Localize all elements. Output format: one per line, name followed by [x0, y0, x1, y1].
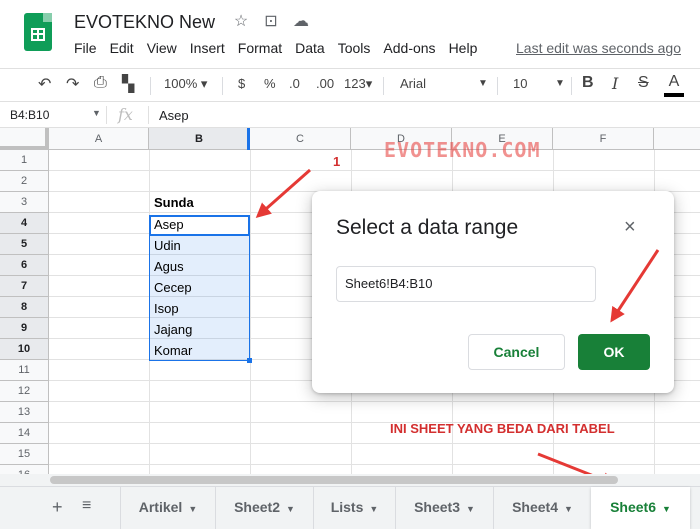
- percent-button[interactable]: %: [264, 76, 276, 91]
- formula-input[interactable]: Asep: [159, 108, 189, 123]
- tab-sheet4[interactable]: Sheet4 ▼: [493, 487, 591, 529]
- cell-b3[interactable]: Sunda: [150, 193, 194, 213]
- increase-decimal-button[interactable]: .00: [316, 76, 334, 91]
- tab-caret-icon: ▼: [286, 504, 295, 514]
- tab-caret-icon: ▼: [369, 504, 379, 514]
- decrease-decimal-button[interactable]: .0: [289, 76, 300, 91]
- tab-lists[interactable]: Lists ▼: [313, 487, 395, 529]
- redo-icon[interactable]: ↷: [66, 74, 79, 94]
- tab-caret-icon: ▼: [466, 504, 475, 514]
- star-icon[interactable]: ☆: [232, 11, 250, 31]
- select-data-range-dialog: Select a data range × Sheet6!B4:B10 Canc…: [312, 191, 674, 393]
- menu-data[interactable]: Data: [295, 40, 325, 56]
- column-header-f[interactable]: F: [553, 128, 654, 150]
- row-header-4[interactable]: 4: [0, 213, 49, 234]
- menu-help[interactable]: Help: [449, 40, 478, 56]
- fx-icon: fx: [118, 105, 133, 124]
- annotation-note: INI SHEET YANG BEDA DARI TABEL: [390, 421, 615, 436]
- menu-insert[interactable]: Insert: [190, 40, 225, 56]
- all-sheets-button[interactable]: ≡: [82, 497, 91, 515]
- title-actions: ☆ ⊡ ☁: [232, 11, 310, 31]
- watermark-text: EVOTEKNO.COM: [384, 138, 541, 162]
- ok-button[interactable]: OK: [578, 334, 650, 370]
- cancel-button[interactable]: Cancel: [468, 334, 565, 370]
- row-header-15[interactable]: 15: [0, 444, 49, 465]
- row-header-7[interactable]: 7: [0, 276, 49, 297]
- column-header-c[interactable]: C: [250, 128, 351, 150]
- menu-tools[interactable]: Tools: [338, 40, 371, 56]
- undo-icon[interactable]: ↶: [38, 74, 51, 94]
- sheets-logo-icon[interactable]: [24, 13, 52, 51]
- sheets-app: EVOTEKNO New ☆ ⊡ ☁ File Edit View Insert…: [0, 0, 700, 529]
- font-family-select[interactable]: Arial: [400, 76, 426, 91]
- font-family-chevron-icon[interactable]: ▼: [478, 78, 488, 89]
- column-header-g[interactable]: [654, 128, 700, 150]
- tab-artikel[interactable]: Artikel ▼: [120, 487, 215, 529]
- menu-view[interactable]: View: [147, 40, 177, 56]
- sheet-tab-bar: + ≡ Artikel ▼ Sheet2 ▼ Lists ▼ Sheet3 ▼ Shee…: [0, 486, 700, 529]
- select-all-corner[interactable]: [0, 128, 49, 150]
- cell-b7[interactable]: Cecep: [150, 278, 192, 298]
- font-size-select[interactable]: 10: [513, 76, 527, 91]
- tab-caret-icon: ▼: [188, 504, 198, 514]
- row-header-6[interactable]: 6: [0, 255, 49, 276]
- toolbar: ↶ ↷ ⎙ ▚ 100% ▾ $ % .0 .00 123▾ Arial ▼ 1…: [0, 68, 700, 102]
- row-header-13[interactable]: 13: [0, 402, 49, 423]
- document-title[interactable]: EVOTEKNO New: [74, 12, 215, 33]
- menu-file[interactable]: File: [74, 40, 97, 56]
- name-box[interactable]: B4:B10: [10, 108, 49, 122]
- print-icon[interactable]: ⎙: [94, 74, 107, 92]
- last-edit-link[interactable]: Last edit was seconds ago: [516, 40, 681, 56]
- row-header-10[interactable]: 10: [0, 339, 49, 360]
- range-fill-handle[interactable]: [247, 358, 252, 363]
- cell-b8[interactable]: Isop: [150, 299, 179, 319]
- horizontal-scrollbar-thumb[interactable]: [50, 476, 618, 484]
- cell-b10[interactable]: Komar: [150, 341, 192, 361]
- font-size-chevron-icon[interactable]: ▼: [555, 78, 565, 89]
- row-header-11[interactable]: 11: [0, 360, 49, 381]
- cell-b6[interactable]: Agus: [150, 257, 184, 277]
- row-header-5[interactable]: 5: [0, 234, 49, 255]
- row-header-8[interactable]: 8: [0, 297, 49, 318]
- tab-sheet6[interactable]: Sheet6 ▼: [591, 487, 690, 529]
- dialog-title: Select a data range: [336, 216, 519, 239]
- close-icon[interactable]: ×: [624, 216, 636, 239]
- cell-b5[interactable]: Udin: [150, 236, 181, 256]
- move-folder-icon[interactable]: ⊡: [262, 11, 280, 31]
- zoom-select[interactable]: 100% ▾: [164, 76, 207, 92]
- menu-edit[interactable]: Edit: [110, 40, 134, 56]
- name-box-chevron-icon[interactable]: ▼: [92, 108, 101, 118]
- annotation-marker-1: 1: [333, 154, 341, 169]
- menu-addons[interactable]: Add-ons: [383, 40, 435, 56]
- italic-button[interactable]: I: [612, 74, 618, 93]
- row-header-16[interactable]: 16: [0, 465, 49, 474]
- range-input[interactable]: Sheet6!B4:B10: [336, 266, 596, 302]
- row-header-3[interactable]: 3: [0, 192, 49, 213]
- cloud-status-icon[interactable]: ☁: [292, 11, 310, 31]
- row-header-2[interactable]: 2: [0, 171, 49, 192]
- row-header-12[interactable]: 12: [0, 381, 49, 402]
- bold-button[interactable]: B: [582, 74, 594, 92]
- more-formats-select[interactable]: 123▾: [344, 76, 372, 92]
- paint-format-icon[interactable]: ▚: [122, 74, 134, 94]
- menu-format[interactable]: Format: [238, 40, 282, 56]
- formula-bar: B4:B10 ▼ fx Asep: [0, 102, 700, 128]
- row-header-9[interactable]: 9: [0, 318, 49, 339]
- row-header-14[interactable]: 14: [0, 423, 49, 444]
- strikethrough-button[interactable]: S: [638, 74, 649, 92]
- cell-b9[interactable]: Jajang: [150, 320, 192, 340]
- row-header-1[interactable]: 1: [0, 150, 49, 171]
- column-header-a[interactable]: A: [49, 128, 149, 150]
- cell-b4[interactable]: Asep: [150, 215, 184, 235]
- tab-caret-icon: ▼: [662, 504, 671, 514]
- text-color-button[interactable]: A: [664, 73, 684, 97]
- currency-button[interactable]: $: [238, 76, 245, 91]
- tab-sheet3[interactable]: Sheet3 ▼: [395, 487, 493, 529]
- tab-caret-icon: ▼: [564, 504, 573, 514]
- tab-sheet2[interactable]: Sheet2 ▼: [215, 487, 313, 529]
- add-sheet-button[interactable]: +: [52, 497, 63, 518]
- menu-bar: File Edit View Insert Format Data Tools …: [74, 40, 490, 56]
- column-header-b[interactable]: B: [149, 128, 250, 150]
